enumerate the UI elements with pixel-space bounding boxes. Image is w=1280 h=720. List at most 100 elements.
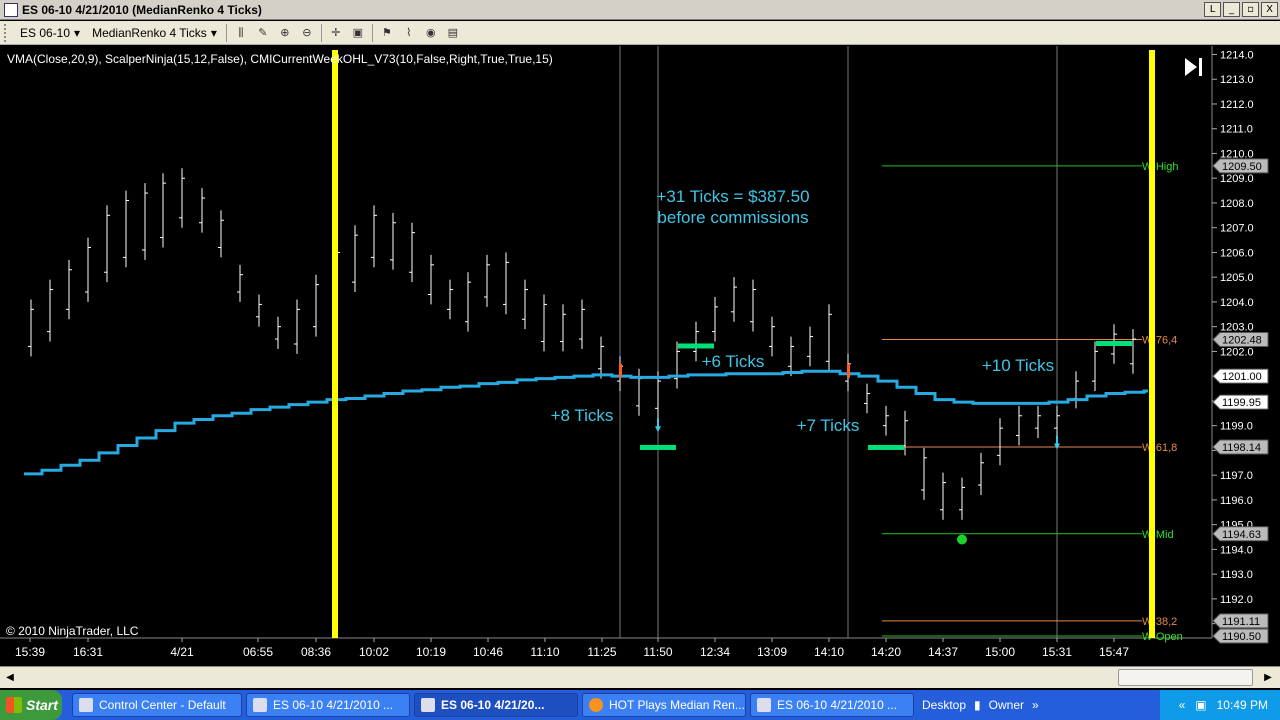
price-flag: 1198.14 [1212, 439, 1269, 455]
task-chart-1[interactable]: ES 06-10 4/21/2010 ... [246, 693, 410, 717]
folder-icon: ▮ [974, 698, 981, 712]
period-dropdown[interactable]: MedianRenko 4 Ticks ▾ [86, 26, 223, 40]
link-button[interactable]: L [1204, 2, 1221, 17]
snapshot-icon[interactable]: ◉ [422, 24, 440, 42]
zoom-in-icon[interactable]: ⊕ [276, 24, 294, 42]
windows-logo-icon [6, 697, 22, 713]
chart-icon [253, 698, 267, 712]
toolbar-grip[interactable] [4, 23, 8, 42]
copyright-label: © 2010 NinjaTrader, LLC [6, 624, 139, 638]
zoom-out-icon[interactable]: ⊖ [298, 24, 316, 42]
signal-marker [640, 444, 676, 450]
mid-touch-dot [957, 534, 967, 545]
y-tick-label: 1203.0 [1220, 322, 1254, 334]
x-tick-label: 15:39 [15, 645, 45, 659]
crosshair-icon[interactable]: ✛ [327, 24, 345, 42]
network-icon[interactable]: ▣ [1195, 698, 1206, 712]
x-tick-label: 14:10 [814, 645, 844, 659]
scroll-left-icon[interactable]: ◀ [2, 670, 18, 686]
price-flag-label: 1199.95 [1222, 397, 1261, 409]
level-label: W-76,4 [1142, 335, 1177, 347]
y-tick-label: 1204.0 [1220, 297, 1254, 309]
instrument-dropdown[interactable]: ES 06-10 ▾ [14, 26, 86, 40]
control-center-icon [79, 698, 93, 712]
y-tick-label: 1196.0 [1220, 495, 1253, 507]
indicator-label: VMA(Close,20,9), ScalperNinja(15,12,Fals… [7, 52, 553, 66]
x-tick-label: 4/21 [170, 645, 194, 659]
signal-marker [1096, 341, 1132, 346]
window-controls: L _ ▫ X [1204, 2, 1278, 17]
drawing-tool-icon[interactable]: ✎ [254, 24, 272, 42]
task-browser[interactable]: HOT Plays Median Ren... [582, 693, 746, 717]
level-label: W-Mid [1142, 529, 1174, 541]
start-button[interactable]: Start [0, 690, 62, 720]
price-flag-label: 1191.11 [1222, 616, 1260, 628]
y-tick-label: 1212.0 [1220, 99, 1254, 111]
close-button[interactable]: X [1261, 2, 1278, 17]
desktop-toolbar[interactable]: Desktop [922, 698, 966, 712]
session-bar [1149, 50, 1155, 638]
price-flag-label: 1198.14 [1222, 442, 1261, 454]
x-tick-label: 14:37 [928, 645, 958, 659]
x-tick-label: 08:36 [301, 645, 331, 659]
session-bar [332, 50, 338, 638]
x-tick-label: 15:47 [1099, 645, 1129, 659]
price-flag: 1191.11 [1212, 613, 1269, 629]
task-label: Control Center - Default [99, 698, 226, 712]
y-tick-label: 1206.0 [1220, 247, 1254, 259]
properties-icon[interactable]: ▣ [349, 24, 367, 42]
indicators-icon[interactable]: ⌇ [400, 24, 418, 42]
x-tick-label: 16:31 [73, 645, 103, 659]
chart-icon [757, 698, 771, 712]
x-tick-label: 15:00 [985, 645, 1015, 659]
chart-canvas[interactable]: 1214.01213.01212.01211.01210.01209.01208… [0, 46, 1280, 666]
chevron-down-icon: ▾ [210, 25, 217, 40]
instrument-label: ES 06-10 [20, 25, 71, 40]
trade-annotation: before commissions [657, 208, 808, 227]
price-flag: 1194.63 [1212, 526, 1269, 542]
tray-expand-icon[interactable]: « [1179, 698, 1186, 712]
strategies-icon[interactable]: ⚑ [378, 24, 396, 42]
owner-toolbar[interactable]: Owner [989, 698, 1024, 712]
price-flag: 1201.00 [1212, 368, 1269, 384]
exit-marker [619, 363, 622, 378]
task-control-center[interactable]: Control Center - Default [72, 693, 242, 717]
y-tick-label: 1194.0 [1220, 544, 1253, 556]
task-chart-3[interactable]: ES 06-10 4/21/2010 ... [750, 693, 914, 717]
bar-style-icon[interactable]: ⫼ [232, 24, 250, 42]
play-triangle [1185, 58, 1197, 76]
task-label: ES 06-10 4/21/2010 ... [273, 698, 394, 712]
price-flag-label: 1209.50 [1222, 161, 1262, 173]
price-flag: 1209.50 [1212, 158, 1269, 174]
title-bar: ES 06-10 4/21/2010 (MedianRenko 4 Ticks)… [0, 0, 1280, 20]
price-flag-label: 1202.48 [1222, 335, 1262, 347]
x-tick-label: 11:10 [530, 645, 559, 659]
maximize-button[interactable]: ▫ [1242, 2, 1259, 17]
system-tray: « ▣ 10:49 PM [1160, 690, 1280, 720]
y-tick-label: 1211.0 [1220, 124, 1253, 136]
task-label: HOT Plays Median Ren... [609, 698, 745, 712]
scroll-thumb[interactable] [1118, 669, 1253, 686]
x-tick-label: 15:31 [1042, 645, 1072, 659]
overflow-chevron-icon[interactable]: » [1032, 698, 1039, 712]
chart-toolbar: ES 06-10 ▾ MedianRenko 4 Ticks ▾ ⫼ ✎ ⊕ ⊖ ✛… [0, 21, 1280, 45]
horizontal-scrollbar[interactable]: ◀ ▶ [0, 666, 1280, 688]
chevron-down-icon: ▾ [74, 25, 81, 40]
signal-marker [678, 343, 714, 349]
trade-annotation: +10 Ticks [982, 356, 1054, 375]
level-label: W-61,8 [1142, 442, 1177, 454]
data-box-icon[interactable]: ▤ [444, 24, 462, 42]
y-tick-label: 1214.0 [1220, 49, 1254, 61]
price-flag-label: 1201.00 [1222, 371, 1262, 383]
chart-icon [421, 698, 435, 712]
x-tick-label: 14:20 [871, 645, 901, 659]
task-chart-2[interactable]: ES 06-10 4/21/20... [414, 693, 578, 717]
scroll-right-icon[interactable]: ▶ [1260, 670, 1276, 686]
period-label: MedianRenko 4 Ticks [92, 25, 207, 40]
minimize-button[interactable]: _ [1223, 2, 1240, 17]
price-chart[interactable]: 1214.0 1213.0 1212.0 1211.0 1210.0 1209.0 1208… [0, 46, 1280, 666]
y-tick-label: 1208.0 [1220, 198, 1254, 210]
end-bar [1199, 58, 1202, 76]
window-title: ES 06-10 4/21/2010 (MedianRenko 4 Ticks) [22, 2, 262, 17]
signal-marker [868, 444, 904, 450]
